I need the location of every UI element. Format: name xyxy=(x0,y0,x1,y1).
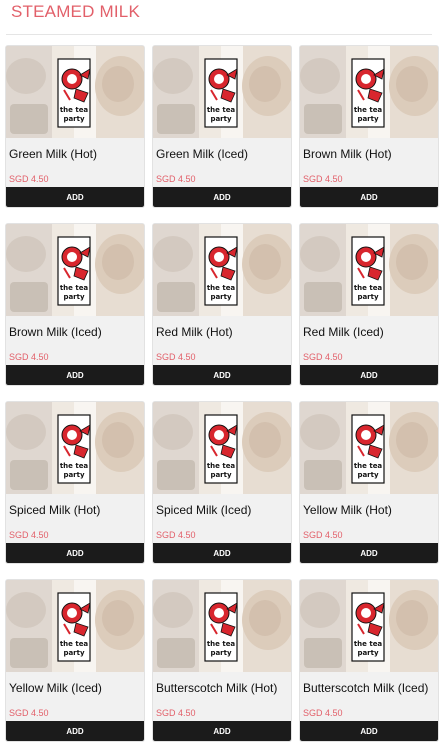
product-name: Brown Milk (Iced) xyxy=(9,325,102,339)
product-image: the tea party xyxy=(300,224,438,316)
svg-text:party: party xyxy=(63,115,85,123)
svg-text:the tea: the tea xyxy=(207,462,236,470)
product-price: SGD 4.50 xyxy=(156,174,196,184)
product-card[interactable]: the tea party Yellow Milk (Iced) SGD 4.50… xyxy=(5,579,145,742)
add-button[interactable]: ADD xyxy=(6,187,144,207)
product-name: Yellow Milk (Hot) xyxy=(303,503,392,517)
svg-text:party: party xyxy=(63,649,85,657)
svg-text:the tea: the tea xyxy=(60,284,89,292)
add-button[interactable]: ADD xyxy=(300,721,438,741)
product-card[interactable]: the tea party Green Milk (Iced) SGD 4.50 … xyxy=(152,45,292,208)
product-image: the tea party xyxy=(6,580,144,672)
svg-text:party: party xyxy=(210,293,232,301)
add-button[interactable]: ADD xyxy=(153,187,291,207)
svg-text:party: party xyxy=(357,293,379,301)
add-button[interactable]: ADD xyxy=(153,721,291,741)
svg-text:party: party xyxy=(210,471,232,479)
svg-text:the tea: the tea xyxy=(207,106,236,114)
product-name: Butterscotch Milk (Hot) xyxy=(156,681,278,695)
product-price: SGD 4.50 xyxy=(303,708,343,718)
product-image: the tea party xyxy=(300,580,438,672)
product-name: Green Milk (Hot) xyxy=(9,147,98,161)
product-image: the tea party xyxy=(300,46,438,138)
product-image: the tea party xyxy=(153,224,291,316)
svg-text:party: party xyxy=(357,649,379,657)
product-image: the tea party xyxy=(6,46,144,138)
product-image: the tea party xyxy=(153,402,291,494)
section-title: STEAMED MILK xyxy=(11,2,140,21)
svg-text:party: party xyxy=(357,115,379,123)
add-button[interactable]: ADD xyxy=(6,543,144,563)
menu-section: STEAMED MILK the tea party Green Milk (Ho… xyxy=(0,0,444,748)
product-name: Yellow Milk (Iced) xyxy=(9,681,102,695)
svg-text:party: party xyxy=(210,649,232,657)
svg-text:the tea: the tea xyxy=(354,106,383,114)
svg-text:the tea: the tea xyxy=(354,640,383,648)
product-name: Red Milk (Iced) xyxy=(303,325,384,339)
svg-text:the tea: the tea xyxy=(354,284,383,292)
product-price: SGD 4.50 xyxy=(303,530,343,540)
product-grid: the tea party Green Milk (Hot) SGD 4.50 A… xyxy=(5,45,439,742)
product-card[interactable]: the tea party Red Milk (Iced) SGD 4.50 AD… xyxy=(299,223,439,386)
product-card[interactable]: the tea party Butterscotch Milk (Hot) SGD… xyxy=(152,579,292,742)
svg-text:the tea: the tea xyxy=(207,640,236,648)
product-image: the tea party xyxy=(6,402,144,494)
add-button[interactable]: ADD xyxy=(300,187,438,207)
product-name: Green Milk (Iced) xyxy=(156,147,249,161)
svg-text:party: party xyxy=(210,115,232,123)
product-card[interactable]: the tea party Spiced Milk (Hot) SGD 4.50 … xyxy=(5,401,145,564)
product-image: the tea party xyxy=(6,224,144,316)
product-image: the tea party xyxy=(153,580,291,672)
product-price: SGD 4.50 xyxy=(9,174,49,184)
product-price: SGD 4.50 xyxy=(9,352,49,362)
product-price: SGD 4.50 xyxy=(303,174,343,184)
product-card[interactable]: the tea party Yellow Milk (Hot) SGD 4.50 … xyxy=(299,401,439,564)
product-card[interactable]: the tea party Green Milk (Hot) SGD 4.50 A… xyxy=(5,45,145,208)
add-button[interactable]: ADD xyxy=(6,721,144,741)
product-name: Spiced Milk (Hot) xyxy=(9,503,101,517)
product-price: SGD 4.50 xyxy=(9,530,49,540)
svg-text:party: party xyxy=(63,293,85,301)
product-name: Red Milk (Hot) xyxy=(156,325,233,339)
product-name: Spiced Milk (Iced) xyxy=(156,503,252,517)
product-card[interactable]: the tea party Brown Milk (Hot) SGD 4.50 A… xyxy=(299,45,439,208)
add-button[interactable]: ADD xyxy=(300,543,438,563)
product-card[interactable]: the tea party Brown Milk (Iced) SGD 4.50 … xyxy=(5,223,145,386)
product-card[interactable]: the tea party Red Milk (Hot) SGD 4.50 ADD xyxy=(152,223,292,386)
add-button[interactable]: ADD xyxy=(300,365,438,385)
product-card[interactable]: the tea party Butterscotch Milk (Iced) SG… xyxy=(299,579,439,742)
svg-text:the tea: the tea xyxy=(60,462,89,470)
svg-text:the tea: the tea xyxy=(207,284,236,292)
product-price: SGD 4.50 xyxy=(303,352,343,362)
add-button[interactable]: ADD xyxy=(6,365,144,385)
svg-text:party: party xyxy=(63,471,85,479)
add-button[interactable]: ADD xyxy=(153,543,291,563)
svg-text:the tea: the tea xyxy=(354,462,383,470)
add-button[interactable]: ADD xyxy=(153,365,291,385)
product-price: SGD 4.50 xyxy=(156,352,196,362)
product-name: Brown Milk (Hot) xyxy=(303,147,392,161)
svg-text:party: party xyxy=(357,471,379,479)
svg-text:the tea: the tea xyxy=(60,640,89,648)
svg-text:the tea: the tea xyxy=(60,106,89,114)
product-price: SGD 4.50 xyxy=(9,708,49,718)
product-price: SGD 4.50 xyxy=(156,708,196,718)
product-price: SGD 4.50 xyxy=(156,530,196,540)
product-name: Butterscotch Milk (Iced) xyxy=(303,681,429,695)
product-card[interactable]: the tea party Spiced Milk (Iced) SGD 4.50… xyxy=(152,401,292,564)
product-image: the tea party xyxy=(153,46,291,138)
product-image: the tea party xyxy=(300,402,438,494)
section-divider xyxy=(6,34,432,35)
